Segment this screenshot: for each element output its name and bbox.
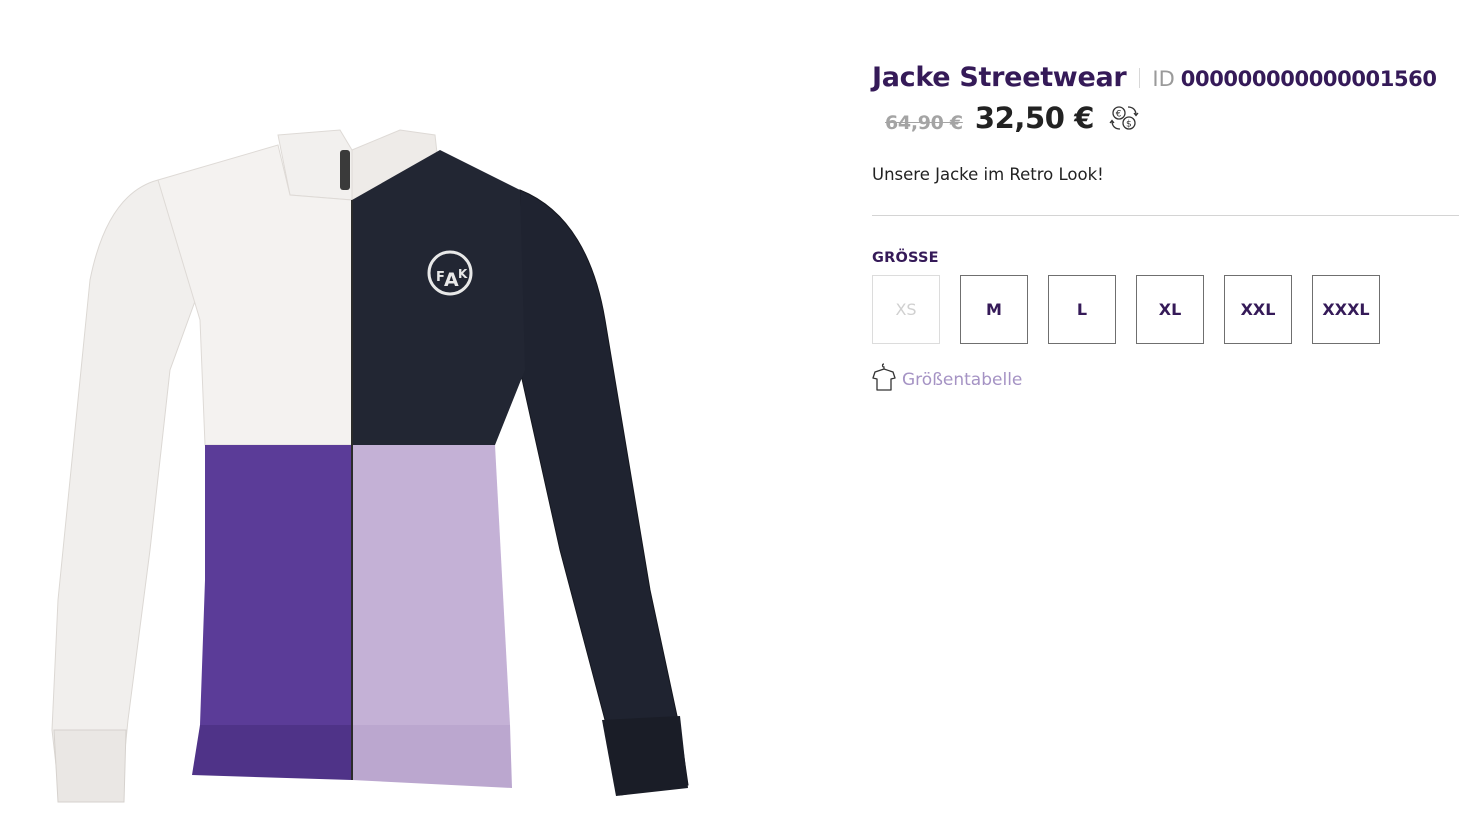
size-option-xs: XS [872,275,940,344]
product-id-value: 000000000000001560 [1180,67,1437,91]
svg-text:A: A [444,269,459,291]
body-bottom-left [200,445,352,725]
product-description: Unsere Jacke im Retro Look! [872,165,1104,184]
size-option-xxl[interactable]: XXL [1224,275,1292,344]
title-row: Jacke Streetwear ID 000000000000001560 [872,62,1459,93]
product-info: Jacke Streetwear ID 000000000000001560 6… [872,62,1459,391]
body-top-right [352,150,525,445]
title-separator [1139,67,1141,88]
body-bottom-right [352,445,510,725]
size-option-l[interactable]: L [1048,275,1116,344]
old-price: 64,90 € [885,112,963,134]
svg-text:K: K [458,267,468,281]
zipper-pull [340,150,350,190]
product-image[interactable]: F A K [40,120,700,820]
product-id-label: ID [1152,67,1175,91]
currency-convert-icon[interactable]: € $ [1109,103,1139,133]
svg-text:$: $ [1126,120,1132,130]
current-price: 32,50 € [974,101,1095,135]
svg-text:€: € [1116,110,1122,120]
left-cuff [53,729,127,803]
waistband-left [192,725,352,780]
waistband-right [352,725,512,788]
size-option-m[interactable]: M [960,275,1028,344]
size-selector: XS M L XL XXL XXXL [872,275,1459,344]
size-option-xl[interactable]: XL [1136,275,1204,344]
right-cuff [602,716,688,796]
product-title: Jacke Streetwear [872,62,1127,93]
size-label: GRÖSSE [872,250,939,266]
divider [872,215,1459,216]
product-page: F A K Jacke Streetwear ID 00000000000000… [0,0,1459,840]
size-chart-link[interactable]: Größentabelle [872,363,1459,391]
size-option-xxxl[interactable]: XXXL [1312,275,1380,344]
size-chart-label[interactable]: Größentabelle [902,370,1022,390]
shirt-hanger-icon [872,363,896,391]
right-sleeve [519,189,689,796]
price-row: 64,90 € 32,50 € € $ [872,101,1459,135]
